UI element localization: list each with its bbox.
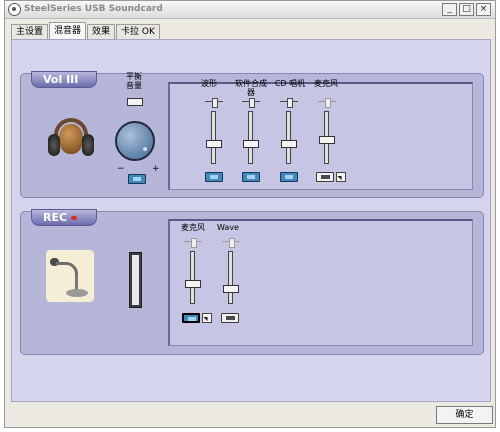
cd-mute-button[interactable] <box>280 172 298 182</box>
volume-panel: Vol III 平衡 音量 − + 波形 软件合成 器 CD 唱机 麦克风 <box>20 71 484 198</box>
record-mic-slider[interactable] <box>184 238 202 307</box>
channel-label-wave: 波形 <box>201 79 217 88</box>
record-wave-slider[interactable] <box>222 238 240 307</box>
minimize-button[interactable]: _ <box>442 3 457 16</box>
volume-channels-area: 波形 软件合成 器 CD 唱机 麦克风 <box>168 79 473 190</box>
record-mic-select-button[interactable] <box>182 313 200 323</box>
record-panel: REC 麦克风 Wave <box>20 209 484 355</box>
maximize-button[interactable]: □ <box>459 3 474 16</box>
master-volume-knob[interactable] <box>115 121 155 161</box>
balance-volume-label: 平衡 音量 <box>126 72 142 90</box>
record-level-meter <box>129 252 142 308</box>
channel-label-mic: 麦克风 <box>314 79 338 88</box>
record-dot-icon <box>71 216 78 220</box>
tab-main-settings[interactable]: 主设置 <box>11 24 49 39</box>
tab-mixer[interactable]: 混音器 <box>49 22 87 39</box>
mic-volume-slider[interactable] <box>318 98 336 167</box>
tab-effects[interactable]: 效果 <box>87 24 116 39</box>
cd-volume-slider[interactable] <box>280 98 298 167</box>
record-panel-tag-text: REC <box>43 211 68 224</box>
synth-mute-button[interactable] <box>242 172 260 182</box>
balance-slider[interactable] <box>123 96 143 108</box>
channel-label-synth: 软件合成 器 <box>235 79 267 97</box>
mic-mute-button[interactable] <box>316 172 334 182</box>
ok-button[interactable]: 确定 <box>436 406 493 424</box>
microphone-icon <box>46 250 94 302</box>
mic-advanced-button[interactable] <box>336 172 346 182</box>
record-panel-tag: REC <box>31 209 97 226</box>
synth-volume-slider[interactable] <box>242 98 260 167</box>
window-title: SteelSeries USB Soundcard <box>24 4 163 14</box>
wave-volume-slider[interactable] <box>205 98 223 167</box>
close-button[interactable]: × <box>476 3 491 16</box>
channel-label-cd: CD 唱机 <box>274 79 306 88</box>
headphones-icon <box>46 118 96 162</box>
record-channels-area: 麦克风 Wave <box>168 219 473 346</box>
volume-minus-label: − <box>117 164 125 174</box>
record-label-mic: 麦克风 <box>181 223 205 232</box>
wave-mute-button[interactable] <box>205 172 223 182</box>
volume-panel-tag: Vol III <box>31 71 97 88</box>
title-bar[interactable]: SteelSeries USB Soundcard _ □ × <box>5 1 495 19</box>
volume-plus-label: + <box>152 164 160 174</box>
record-label-wave: Wave <box>217 223 239 232</box>
tab-karaoke[interactable]: 卡拉 OK <box>116 24 160 39</box>
record-mic-advanced-button[interactable] <box>202 313 212 323</box>
app-icon <box>8 3 21 16</box>
master-mute-button[interactable] <box>128 174 146 184</box>
soundcard-window: SteelSeries USB Soundcard _ □ × 主设置 混音器 … <box>4 0 496 428</box>
mixer-tab-body: Vol III 平衡 音量 − + 波形 软件合成 器 CD 唱机 麦克风 RE… <box>11 39 491 402</box>
tab-bar: 主设置 混音器 效果 卡拉 OK <box>11 22 161 39</box>
record-wave-select-button[interactable] <box>221 313 239 323</box>
